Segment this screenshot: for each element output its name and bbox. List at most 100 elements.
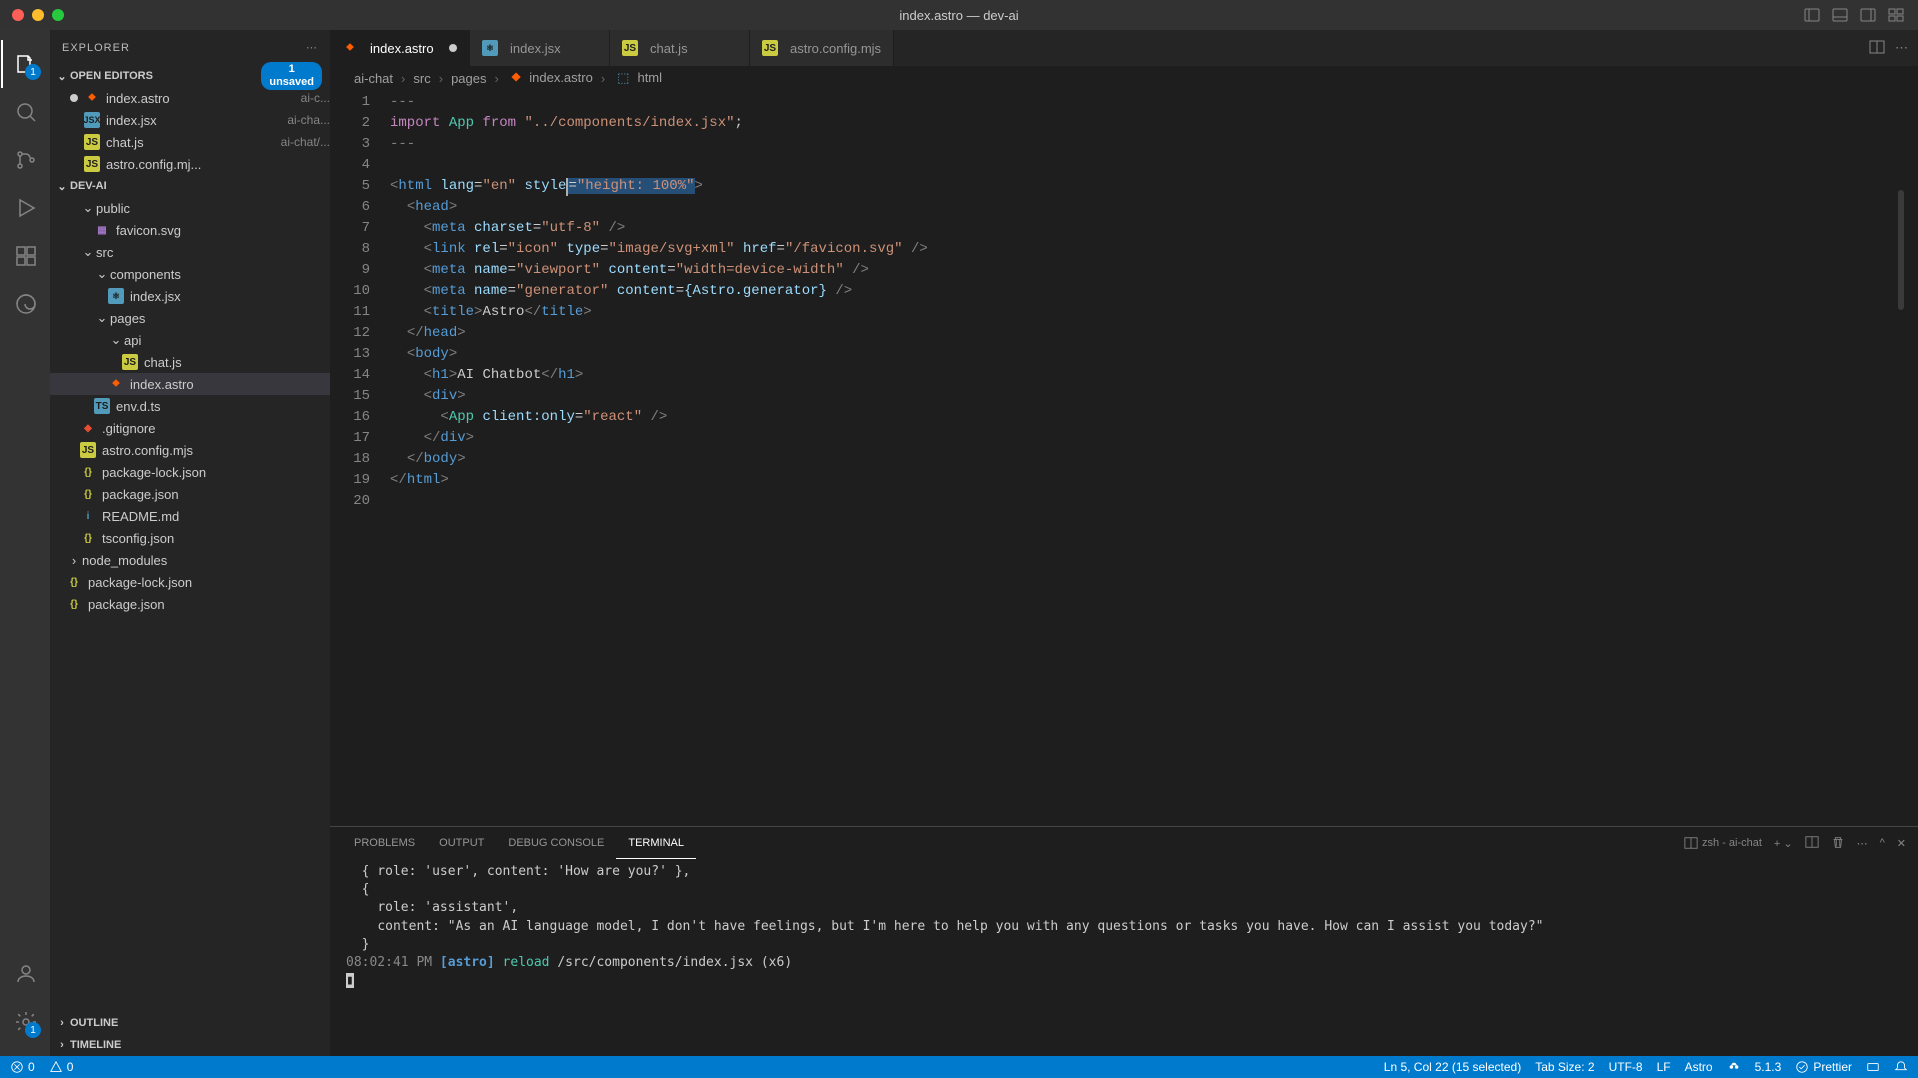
minimap[interactable] (1898, 190, 1904, 310)
sidebar-right-toggle-icon[interactable] (1856, 3, 1880, 27)
breadcrumb-item[interactable]: src (409, 71, 434, 86)
minimize-window[interactable] (32, 9, 44, 21)
file-item[interactable]: TSenv.d.ts (50, 395, 330, 417)
file-item[interactable]: JSchat.js (50, 351, 330, 373)
breadcrumb-item[interactable]: pages (447, 71, 490, 86)
edge-icon[interactable] (1, 280, 49, 328)
editor-tab[interactable]: ⚛index.jsx (470, 30, 610, 66)
panel-toggle-icon[interactable] (1828, 3, 1852, 27)
file-item[interactable]: {}package.json (50, 483, 330, 505)
breadcrumb-item[interactable]: ⬚html (609, 70, 666, 86)
status-tabsize[interactable]: Tab Size: 2 (1535, 1060, 1594, 1074)
split-terminal-icon[interactable] (1805, 835, 1819, 852)
project-section[interactable]: ⌄ DEV-AI (50, 175, 330, 197)
folder-item[interactable]: ›node_modules (50, 549, 330, 571)
editor-tab[interactable]: JSastro.config.mjs (750, 30, 894, 66)
open-editor-item[interactable]: ⯁index.astroai-c... (50, 87, 330, 109)
line-number: 18 (330, 449, 370, 470)
chevron-down-icon: ⌄ (80, 200, 96, 216)
maximize-panel-icon[interactable]: ^ (1880, 837, 1885, 849)
terminal-name[interactable]: zsh - ai-chat (1684, 836, 1762, 850)
panel-tab-debug-console[interactable]: DEBUG CONSOLE (496, 827, 616, 859)
split-editor-icon[interactable] (1869, 39, 1885, 58)
status-bell-icon[interactable] (1894, 1060, 1908, 1074)
breadcrumb-item[interactable]: ai-chat (350, 71, 397, 86)
status-warnings[interactable]: 0 (49, 1060, 74, 1074)
line-number: 19 (330, 470, 370, 491)
settings-icon[interactable]: 1 (1, 998, 49, 1046)
extensions-icon[interactable] (1, 232, 49, 280)
tab-label: chat.js (650, 41, 688, 56)
json-icon: {} (80, 464, 96, 480)
timeline-label: TIMELINE (70, 1039, 121, 1051)
chevron-down-icon: ⌄ (108, 332, 124, 348)
status-copilot-icon[interactable] (1727, 1060, 1741, 1074)
layout-toggle-icon[interactable] (1800, 3, 1824, 27)
close-window[interactable] (12, 9, 24, 21)
outline-section[interactable]: › OUTLINE (50, 1012, 330, 1034)
open-editor-item[interactable]: JSXindex.jsxai-cha... (50, 109, 330, 131)
json-icon: {} (66, 596, 82, 612)
editor-tab[interactable]: JSchat.js (610, 30, 750, 66)
layout-custom-icon[interactable] (1884, 3, 1908, 27)
item-label: src (96, 245, 330, 260)
file-item[interactable]: JSastro.config.mjs (50, 439, 330, 461)
more-icon[interactable]: ⋯ (306, 41, 318, 54)
file-item[interactable]: ⚛index.jsx (50, 285, 330, 307)
file-item[interactable]: ▦favicon.svg (50, 219, 330, 241)
file-item[interactable]: {}package-lock.json (50, 571, 330, 593)
source-control-icon[interactable] (1, 136, 49, 184)
file-label: index.astro (106, 91, 295, 106)
close-panel-icon[interactable]: ✕ (1897, 837, 1906, 850)
folder-item[interactable]: ⌄public (50, 197, 330, 219)
sidebar-title: EXPLORER (62, 42, 130, 54)
status-version[interactable]: 5.1.3 (1755, 1060, 1782, 1074)
git-icon: ◆ (80, 420, 96, 436)
status-cursor[interactable]: Ln 5, Col 22 (15 selected) (1384, 1060, 1521, 1074)
open-editors-section[interactable]: ⌄ OPEN EDITORS 1 unsaved (50, 65, 330, 87)
status-eol[interactable]: LF (1657, 1060, 1671, 1074)
timeline-section[interactable]: › TIMELINE (50, 1034, 330, 1056)
search-icon[interactable] (1, 88, 49, 136)
status-encoding[interactable]: UTF-8 (1609, 1060, 1643, 1074)
editor-tab[interactable]: ⯁index.astro (330, 30, 470, 66)
code-content[interactable]: --- import App from "../components/index… (390, 90, 1918, 826)
new-terminal-icon[interactable]: + ⌄ (1774, 837, 1793, 850)
item-label: pages (110, 311, 330, 326)
panel-tab-terminal[interactable]: TERMINAL (616, 827, 696, 859)
file-item[interactable]: {}package-lock.json (50, 461, 330, 483)
panel-tab-output[interactable]: OUTPUT (427, 827, 496, 859)
file-item[interactable]: {}package.json (50, 593, 330, 615)
explorer-icon[interactable]: 1 (1, 40, 49, 88)
line-number: 14 (330, 365, 370, 386)
chevron-down-icon: ⌄ (94, 310, 110, 326)
file-item[interactable]: {}tsconfig.json (50, 527, 330, 549)
more-icon[interactable]: ⋯ (1857, 837, 1868, 850)
kill-terminal-icon[interactable] (1831, 835, 1845, 852)
status-prettier[interactable]: Prettier (1795, 1060, 1852, 1074)
folder-item[interactable]: ⌄api (50, 329, 330, 351)
open-editor-item[interactable]: JSastro.config.mj... (50, 153, 330, 175)
panel-tab-problems[interactable]: PROBLEMS (342, 827, 427, 859)
run-debug-icon[interactable] (1, 184, 49, 232)
json-icon: {} (80, 486, 96, 502)
status-errors[interactable]: 0 (10, 1060, 35, 1074)
chevron-right-icon: › (54, 1017, 70, 1029)
account-icon[interactable] (1, 950, 49, 998)
maximize-window[interactable] (52, 9, 64, 21)
code-editor[interactable]: 1234567891011121314151617181920 --- impo… (330, 90, 1918, 826)
astro-icon: ⯁ (84, 90, 100, 106)
status-language[interactable]: Astro (1685, 1060, 1713, 1074)
folder-item[interactable]: ⌄src (50, 241, 330, 263)
status-feedback-icon[interactable] (1866, 1060, 1880, 1074)
more-icon[interactable]: ⋯ (1895, 40, 1908, 56)
terminal-output[interactable]: { role: 'user', content: 'How are you?' … (330, 859, 1918, 1056)
file-item[interactable]: ◆.gitignore (50, 417, 330, 439)
breadcrumb-item[interactable]: ⯁index.astro (503, 70, 597, 86)
folder-item[interactable]: ⌄components (50, 263, 330, 285)
open-editor-item[interactable]: JSchat.jsai-chat/... (50, 131, 330, 153)
file-item[interactable]: iREADME.md (50, 505, 330, 527)
breadcrumb[interactable]: ai-chat›src›pages›⯁index.astro›⬚html (330, 66, 1918, 90)
file-item[interactable]: ⯁index.astro (50, 373, 330, 395)
folder-item[interactable]: ⌄pages (50, 307, 330, 329)
